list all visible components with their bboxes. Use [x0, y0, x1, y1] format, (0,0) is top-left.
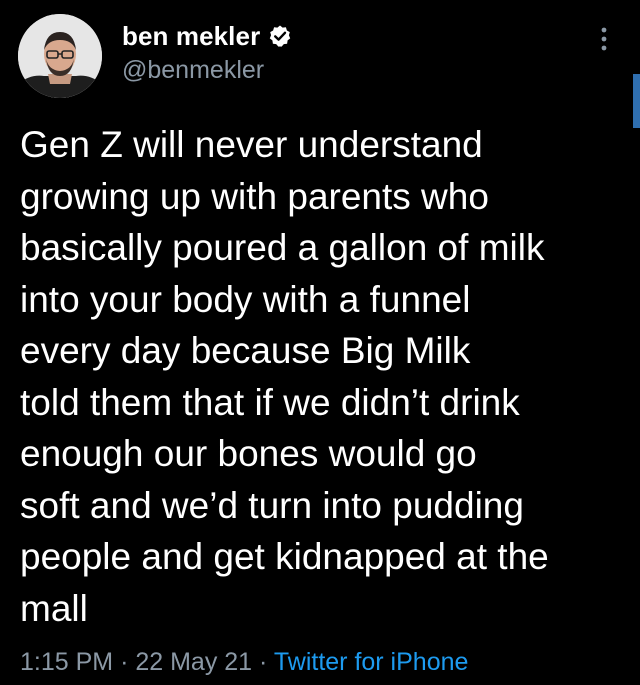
meta-separator: ·	[120, 648, 129, 676]
author-display-name[interactable]: ben mekler	[122, 21, 260, 52]
tweet-source-link[interactable]: Twitter for iPhone	[274, 648, 469, 676]
author-name-row[interactable]: ben mekler	[122, 19, 292, 53]
tweet-text: Gen Z will never understand growing up w…	[20, 124, 549, 629]
tweet-date[interactable]: 22 May 21	[135, 648, 252, 676]
verified-badge-icon	[270, 25, 291, 47]
meta-separator: ·	[259, 648, 268, 676]
more-vertical-icon[interactable]	[594, 24, 614, 54]
avatar[interactable]	[18, 14, 102, 98]
tweet-metadata: 1:15 PM · 22 May 21 · Twitter for iPhone	[20, 645, 468, 679]
avatar-image	[18, 14, 102, 98]
scrollbar-thumb[interactable]	[633, 74, 640, 128]
tweet-time[interactable]: 1:15 PM	[20, 648, 113, 676]
author-handle[interactable]: @benmekler	[122, 56, 264, 85]
